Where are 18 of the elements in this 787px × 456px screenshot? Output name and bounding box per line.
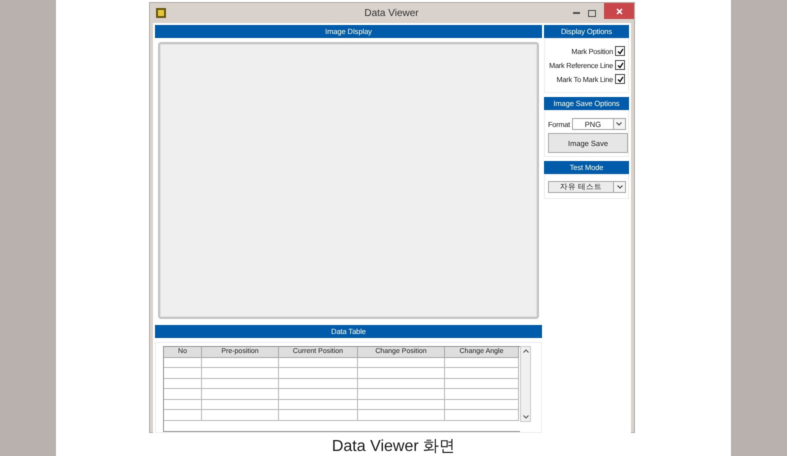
scroll-down-icon[interactable]: [522, 415, 528, 419]
table-cell: [164, 378, 202, 389]
table-cell: [164, 368, 202, 378]
table-cell: [164, 400, 202, 410]
app-icon: [156, 8, 166, 18]
close-icon[interactable]: [616, 8, 622, 14]
scroll-up-icon[interactable]: [522, 349, 528, 353]
checkbox[interactable]: [615, 74, 625, 84]
checkbox[interactable]: [615, 46, 625, 56]
table-cell: [164, 358, 202, 368]
maximize-icon[interactable]: [588, 10, 596, 16]
table-cell: [164, 389, 202, 400]
table-cell: [164, 410, 202, 420]
window-title: Data Viewer: [363, 8, 420, 18]
scrollbar[interactable]: [520, 346, 531, 422]
figure-caption: Data Viewer 화면: [330, 437, 456, 456]
checkbox[interactable]: [615, 60, 625, 70]
close-button[interactable]: [604, 3, 634, 19]
